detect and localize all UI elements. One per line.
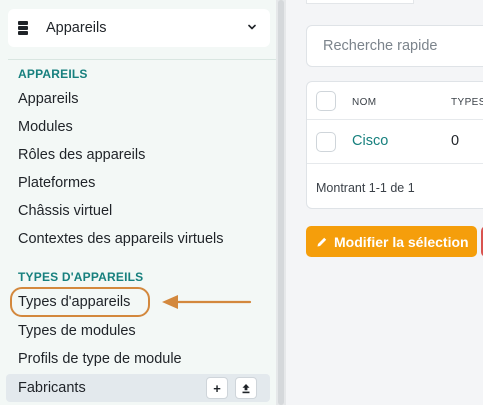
row-checkbox[interactable] [316,132,336,152]
add-button[interactable]: + [206,377,228,399]
pencil-icon [317,237,327,246]
edit-selection-button[interactable]: Modifier la sélection [306,226,477,257]
sidebar-item-fabricants[interactable]: Fabricants + [6,374,270,402]
sidebar-section-header[interactable]: Appareils [8,9,270,47]
search-box [306,25,483,67]
sidebar: Appareils APPAREILS Appareils Modules Rô… [0,0,276,405]
sidebar-section-title: Appareils [46,20,107,36]
sidebar-item-chassis-virtuel[interactable]: Châssis virtuel [18,203,112,219]
table-header: NOM TYPES [307,82,483,120]
select-all-checkbox[interactable] [316,91,336,111]
sidebar-item-roles[interactable]: Rôles des appareils [18,147,145,163]
tab-strip [306,0,414,4]
sidebar-item-types-modules[interactable]: Types de modules [18,323,136,339]
sidebar-item-plateformes[interactable]: Plateformes [18,175,95,191]
search-input[interactable] [307,26,483,66]
database-icon [18,21,28,35]
pagination-info: Montrant 1-1 de 1 [316,181,415,195]
column-header-types[interactable]: TYPES [451,97,483,108]
results-table: NOM TYPES Cisco 0 Montrant 1-1 de 1 [306,81,483,209]
sidebar-item-contextes[interactable]: Contextes des appareils virtuels [18,231,224,247]
sidebar-scrollbar[interactable] [276,0,286,405]
arrow-left-icon [162,295,252,309]
types-count: 0 [451,133,460,149]
sidebar-item-types-appareils[interactable]: Types d'appareils [18,294,130,310]
edit-selection-label: Modifier la sélection [334,233,469,250]
chevron-down-icon[interactable] [246,21,258,33]
column-header-nom[interactable]: NOM [352,97,377,108]
table-row: Cisco 0 [307,120,483,164]
sidebar-item-appareils[interactable]: Appareils [18,91,78,107]
group-label-appareils: APPAREILS [18,67,88,81]
sidebar-divider [8,59,276,60]
group-label-types-appareils: TYPES D'APPAREILS [18,270,144,284]
manufacturer-link[interactable]: Cisco [352,133,388,149]
main-content: NOM TYPES Cisco 0 Montrant 1-1 de 1 Modi… [286,0,483,405]
sidebar-item-modules[interactable]: Modules [18,119,73,135]
upload-icon [242,383,250,393]
import-button[interactable] [235,377,257,399]
sidebar-item-label: Fabricants [18,380,86,396]
sidebar-item-profils-type-module[interactable]: Profils de type de module [18,351,182,367]
